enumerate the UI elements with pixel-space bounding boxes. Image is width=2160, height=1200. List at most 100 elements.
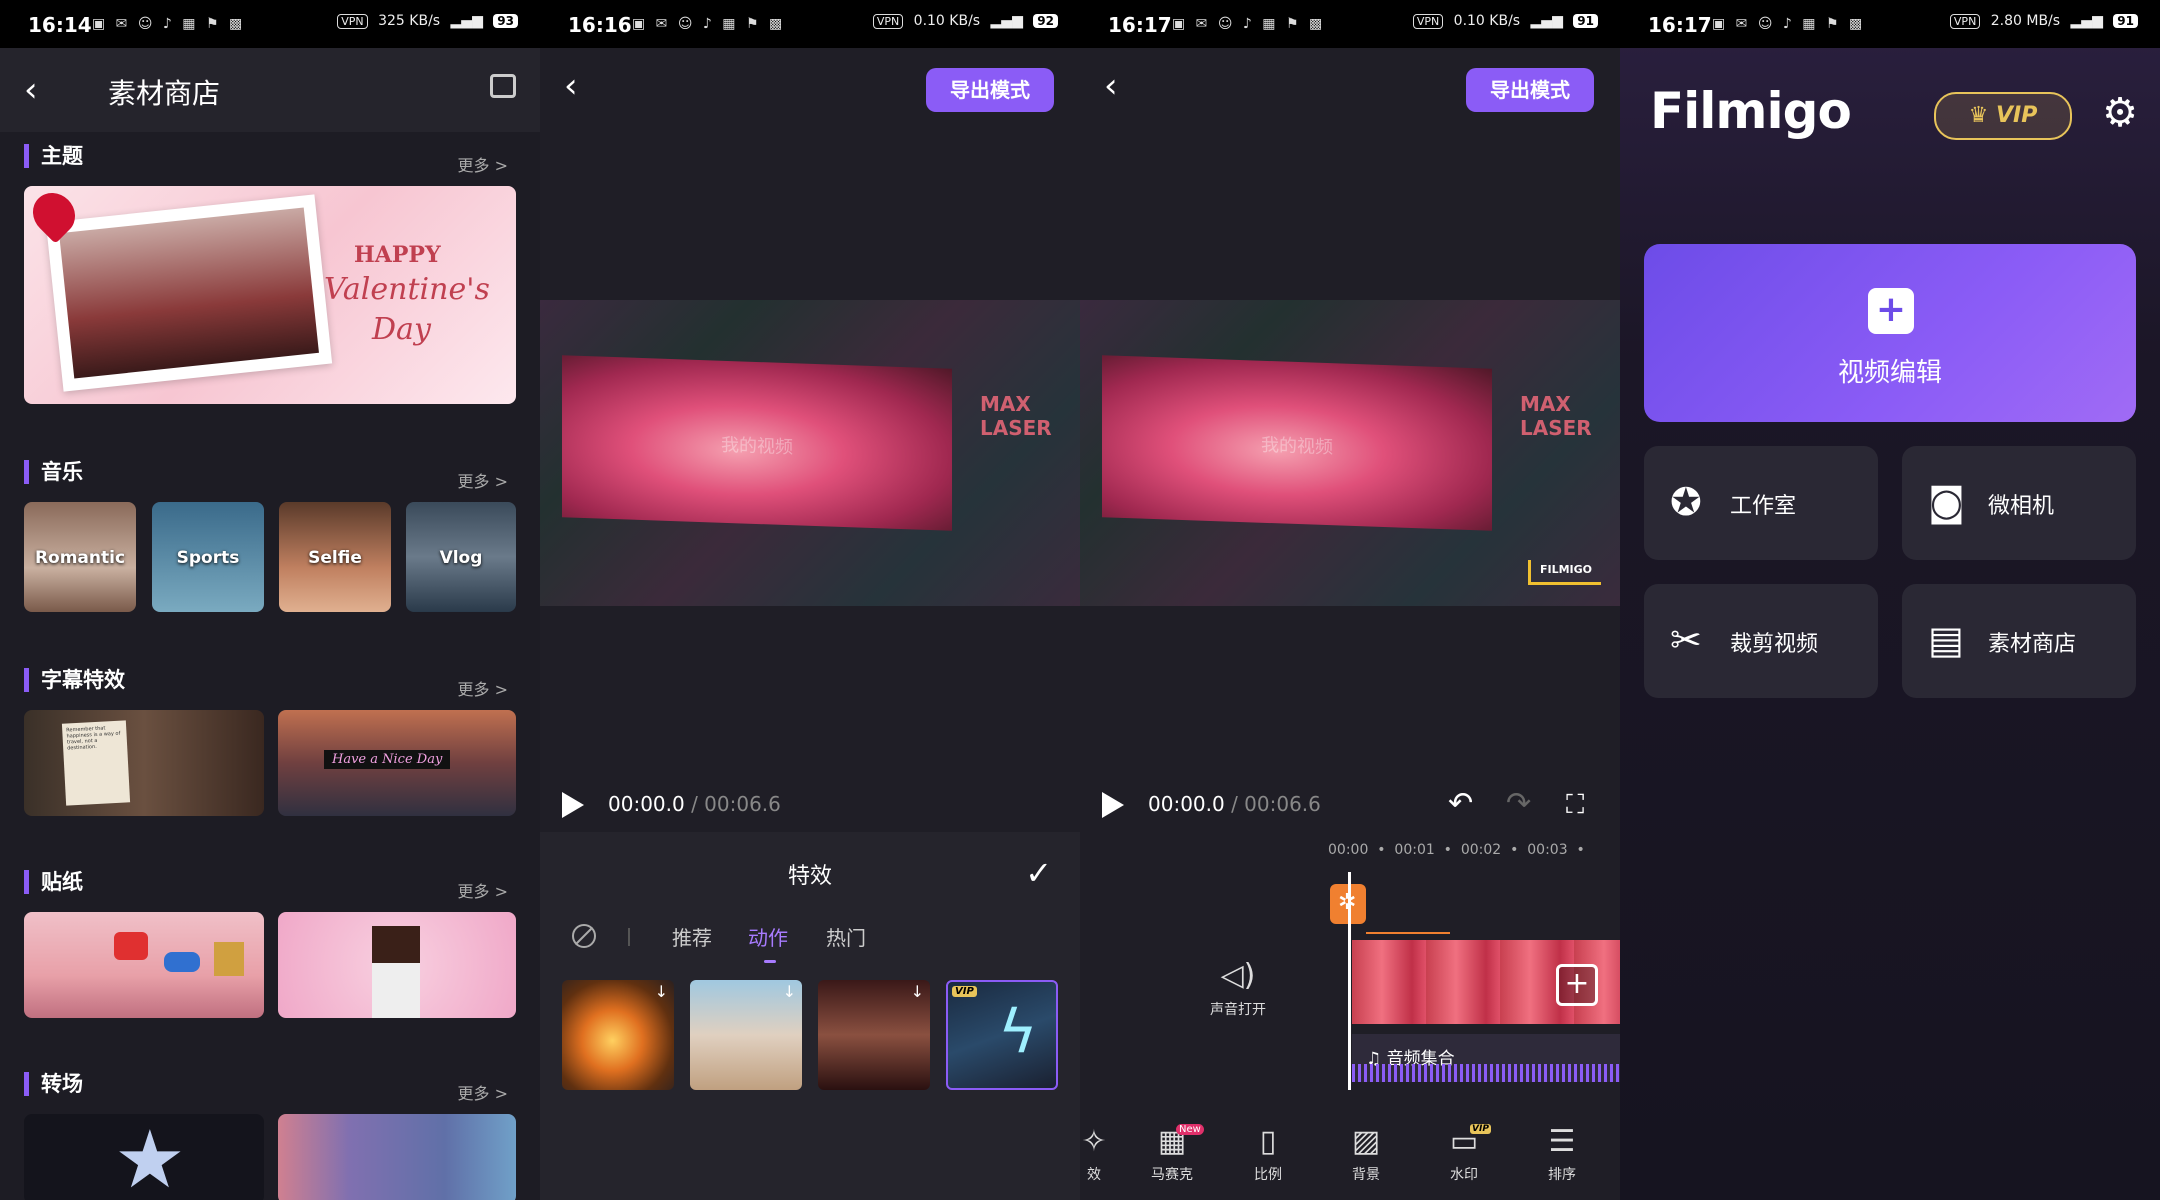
theme-banner-valentines[interactable]: HAPPY Valentine's Day	[24, 186, 516, 404]
banner-text-2: Valentine's	[324, 272, 490, 307]
section-transition-title: 转场	[24, 1072, 83, 1096]
battery-level: 92	[1033, 14, 1058, 28]
effects-tool-icon: ✧	[1081, 1124, 1107, 1159]
tool-effects[interactable]: ✧ 效	[1080, 1124, 1130, 1184]
music-label: Vlog	[439, 548, 483, 568]
effect-lightning-selected[interactable]: VIP ϟ	[946, 980, 1058, 1090]
signal-icon: ▂▄▆	[990, 13, 1023, 29]
sign-sticker	[214, 942, 244, 976]
music-item-sports[interactable]: Sports	[152, 502, 264, 612]
vpn-icon: VPN	[1412, 14, 1444, 29]
sticker-item-girl[interactable]	[278, 912, 516, 1018]
transition-item-stars[interactable]: ★	[24, 1114, 264, 1200]
audio-track[interactable]: ♫ 音频集合	[1352, 1034, 1620, 1082]
bottom-toolbar: ✧ 效 New ▦ 马赛克 ▯ 比例 ▨ 背景 VIP ▭ 水印 ☰ 排序	[1080, 1110, 1620, 1200]
time-total: / 00:06.6	[684, 792, 781, 816]
page-title: 素材商店	[108, 77, 221, 110]
signal-icon: ▂▄▆	[2070, 13, 2103, 29]
tool-ratio[interactable]: ▯ 比例	[1232, 1124, 1304, 1184]
tab-popular[interactable]: 热门	[826, 922, 866, 951]
vpn-icon: VPN	[872, 14, 904, 29]
status-right: VPN 0.10 KB/s ▂▄▆ 92	[867, 13, 1058, 29]
gear-icon[interactable]: ⚙	[2102, 90, 2138, 136]
status-time: 16:17	[1648, 13, 1712, 37]
net-speed: 325 KB/s	[378, 13, 441, 29]
sticker-more-link[interactable]: 更多 >	[458, 878, 509, 902]
transition-more-link[interactable]: 更多 >	[458, 1080, 509, 1104]
time-current: 00:00.0	[608, 792, 685, 816]
photo-frame	[45, 194, 333, 392]
download-icon[interactable]: ↓	[655, 982, 668, 1001]
sound-toggle-button[interactable]: ◁) 声音打开	[1188, 958, 1288, 1019]
timeline-editor-screen: 16:17 ▣ ✉ ☺ ♪ ▦ ⚑ ▩ VPN 0.10 KB/s ▂▄▆ 91…	[1080, 0, 1620, 1200]
signal-icon: ▂▄▆	[450, 13, 483, 29]
download-icon[interactable]: ↓	[911, 982, 924, 1001]
back-arrow-icon[interactable]: ‹	[564, 66, 578, 106]
vip-button[interactable]: ♛ VIP	[1934, 92, 2072, 140]
tab-action[interactable]: 动作	[748, 922, 788, 951]
playhead[interactable]	[1348, 872, 1351, 1090]
no-effect-icon[interactable]	[572, 924, 596, 948]
confirm-check-icon[interactable]: ✓	[1025, 854, 1052, 892]
tool-watermark[interactable]: VIP ▭ 水印	[1428, 1124, 1500, 1184]
fullscreen-icon[interactable]: ⛶	[1566, 790, 1584, 821]
effect-beach[interactable]: ↓	[690, 980, 802, 1090]
video-edit-button[interactable]: + 视频编辑	[1644, 244, 2136, 422]
camera-sticker	[114, 932, 148, 960]
back-arrow-icon[interactable]: ‹	[24, 70, 38, 110]
downloads-icon[interactable]	[490, 74, 516, 98]
music-item-romantic[interactable]: Romantic	[24, 502, 136, 612]
export-button[interactable]: 导出模式	[1466, 68, 1594, 112]
play-icon[interactable]	[1102, 792, 1124, 818]
plus-icon: +	[1868, 288, 1914, 334]
studio-button[interactable]: ✪ 工作室	[1644, 446, 1878, 560]
status-right: VPN 0.10 KB/s ▂▄▆ 91	[1407, 13, 1598, 29]
video-frame: 我的视频	[562, 355, 952, 531]
status-bar: 16:17 ▣ ✉ ☺ ♪ ▦ ⚑ ▩ VPN 0.10 KB/s ▂▄▆ 91	[1080, 0, 1620, 48]
status-bar: 16:17 ▣ ✉ ☺ ♪ ▦ ⚑ ▩ VPN 2.80 MB/s ▂▄▆ 91	[1620, 0, 2160, 48]
tool-mosaic[interactable]: New ▦ 马赛克	[1136, 1124, 1208, 1184]
vip-label: VIP	[1996, 103, 2038, 128]
notification-icons: ▣ ✉ ☺ ♪ ▦ ⚑ ▩	[632, 16, 786, 32]
add-clip-button[interactable]: +	[1556, 964, 1598, 1006]
new-badge: New	[1176, 1124, 1204, 1135]
video-preview[interactable]: 我的视频 MAX LASER	[540, 300, 1080, 606]
effect-explosion[interactable]: ↓	[562, 980, 674, 1090]
tool-background[interactable]: ▨ 背景	[1330, 1124, 1402, 1184]
audio-waveform	[1352, 1064, 1620, 1082]
export-button[interactable]: 导出模式	[926, 68, 1054, 112]
effect-portrait[interactable]: ↓	[818, 980, 930, 1090]
video-overlay-text: 我的视频	[1261, 434, 1333, 459]
status-time: 16:16	[568, 13, 632, 37]
undo-icon[interactable]: ↶	[1448, 786, 1473, 821]
tool-sort[interactable]: ☰ 排序	[1526, 1124, 1598, 1184]
effects-editor-screen: 16:16 ▣ ✉ ☺ ♪ ▦ ⚑ ▩ VPN 0.10 KB/s ▂▄▆ 92…	[540, 0, 1080, 1200]
caption-item-nice-day[interactable]: Have a Nice Day	[278, 710, 516, 816]
download-icon[interactable]: ↓	[783, 982, 796, 1001]
camera-icon: ◙	[1928, 480, 1965, 524]
trim-video-button[interactable]: ✂ 裁剪视频	[1644, 584, 1878, 698]
back-arrow-icon[interactable]: ‹	[1104, 66, 1118, 106]
music-item-vlog[interactable]: Vlog	[406, 502, 516, 612]
tool-label: 背景	[1352, 1167, 1380, 1183]
effects-title: 特效	[787, 864, 832, 889]
filmigo-watermark[interactable]: FILMIGO	[1528, 560, 1601, 585]
material-store-button[interactable]: ▤ 素材商店	[1902, 584, 2136, 698]
redo-icon[interactable]: ↷	[1506, 786, 1531, 821]
caption-more-link[interactable]: 更多 >	[458, 676, 509, 700]
timeline-ruler: 00:00 • 00:01 • 00:02 • 00:03 •	[1328, 842, 1585, 858]
sticker-item-travel[interactable]	[24, 912, 264, 1018]
caption-item-note[interactable]: Remember that happiness is a way of trav…	[24, 710, 264, 816]
music-item-selfie[interactable]: Selfie	[279, 502, 391, 612]
music-more-link[interactable]: 更多 >	[458, 468, 509, 492]
store-header: ‹ 素材商店	[0, 48, 540, 132]
micro-camera-button[interactable]: ◙ 微相机	[1902, 446, 2136, 560]
theme-more-link[interactable]: 更多 >	[458, 152, 509, 176]
tab-recommended[interactable]: 推荐	[672, 922, 712, 951]
video-preview[interactable]: 我的视频 MAX LASER FILMIGO	[1080, 300, 1620, 606]
play-icon[interactable]	[562, 792, 584, 818]
time-readout: 00:00.0 / 00:06.6	[1148, 792, 1321, 816]
transition-item-gradient[interactable]	[278, 1114, 516, 1200]
caption-note: Remember that happiness is a way of trav…	[61, 720, 131, 806]
ruler-tick: 00:01	[1394, 842, 1435, 858]
